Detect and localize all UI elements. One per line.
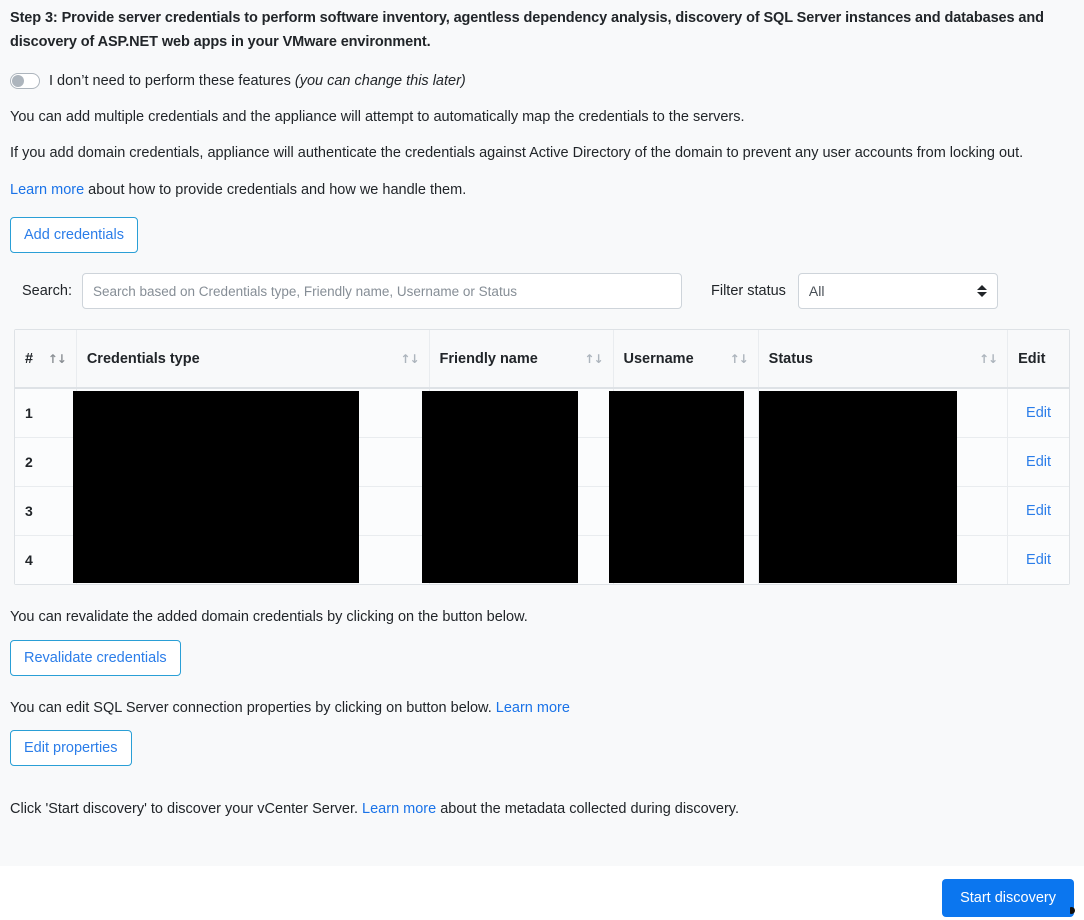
cell-edit: Edit [1007,535,1069,584]
column-header-status[interactable]: Status ↑↓ [758,330,1009,389]
sort-icon[interactable]: ↑↓ [400,352,419,366]
redaction-block-credentials-type [73,391,359,583]
table-header-row: # ↑↓ Credentials type ↑↓ Friendly name ↑… [15,330,1069,389]
skip-features-toggle-label: I don’t need to perform these features (… [49,71,466,91]
appliance-configuration-page: Step 3: Provide server credentials to pe… [0,0,1084,920]
credentials-help-tail: about how to provide credentials and how… [84,182,467,198]
cell-edit: Edit [1007,486,1069,536]
start-discovery-help-lead: Click 'Start discovery' to discover your… [10,801,363,817]
revalidate-help-text: You can revalidate the added domain cred… [10,609,528,625]
skip-features-toggle-row: I don’t need to perform these features (… [10,70,1074,92]
edit-properties-button[interactable]: Edit properties [10,730,132,766]
column-header-edit-label: Edit [1018,350,1046,367]
cell-index: 4 [15,535,77,584]
cell-edit: Edit [1007,437,1069,487]
column-header-username[interactable]: Username ↑↓ [613,330,759,389]
edit-properties-help-text: You can edit SQL Server connection prope… [10,697,1074,719]
start-discovery-button[interactable]: Start discovery [942,879,1074,917]
filter-status-select-wrap: All [797,273,998,309]
toggle-knob [12,75,24,87]
filter-status-select[interactable]: All [797,273,998,309]
cell-index: 2 [15,437,77,487]
column-header-credentials-type[interactable]: Credentials type ↑↓ [76,330,430,389]
domain-credentials-text: If you add domain credentials, appliance… [10,145,1024,161]
cell-edit: Edit [1007,388,1069,438]
revalidate-credentials-button[interactable]: Revalidate credentials [10,640,181,676]
redaction-block-status [759,391,957,583]
edit-link[interactable]: Edit [1026,503,1051,519]
edit-link[interactable]: Edit [1026,552,1051,568]
column-header-edit: Edit [1007,330,1069,389]
sort-icon[interactable]: ↑↓ [584,352,603,366]
edit-link[interactable]: Edit [1026,405,1051,421]
toggle-label-text: I don’t need to perform these features [49,73,291,89]
sort-icon[interactable]: ↑↓ [730,352,749,366]
edit-properties-help-lead: You can edit SQL Server connection prope… [10,700,496,716]
redaction-block-friendly-name [422,391,578,583]
edit-properties-button-row: Edit properties [10,730,1074,766]
cell-index: 1 [15,388,77,438]
column-header-index-label: # [25,350,34,367]
column-header-friendly-name[interactable]: Friendly name ↑↓ [429,330,614,389]
column-header-status-label: Status [768,350,813,367]
credentials-learn-more-link[interactable]: Learn more [10,182,84,198]
search-input[interactable] [81,273,682,309]
revalidate-button-row: Revalidate credentials [10,640,1074,676]
column-header-friendly-name-label: Friendly name [439,350,538,367]
add-credentials-button[interactable]: Add credentials [10,217,138,253]
redaction-block-username [609,391,744,583]
sort-icon[interactable]: ↑↓ [979,352,998,366]
edit-properties-learn-more-link[interactable]: Learn more [496,700,570,716]
start-discovery-learn-more-link[interactable]: Learn more [362,801,436,817]
skip-features-toggle[interactable] [10,73,40,89]
column-header-username-label: Username [623,350,694,367]
column-header-index[interactable]: # ↑↓ [15,330,77,389]
start-discovery-help-tail: about the metadata collected during disc… [436,801,740,817]
cell-index: 3 [15,486,77,536]
multi-credentials-text: You can add multiple credentials and the… [10,109,745,125]
footer-bar: Start discovery [0,866,1084,920]
table-controls-row: Search: Filter status All [10,273,1074,309]
sort-icon[interactable]: ↑↓ [48,352,67,366]
page-title: Step 3: Provide server credentials to pe… [10,10,1044,50]
search-label: Search: [22,283,72,299]
add-credentials-row: Add credentials [10,217,1074,253]
edit-link[interactable]: Edit [1026,454,1051,470]
start-discovery-help-text: Click 'Start discovery' to discover your… [10,798,1074,820]
column-header-credentials-type-label: Credentials type [86,350,200,367]
filter-status-label: Filter status [710,283,786,299]
toggle-label-note: (you can change this later) [294,73,466,89]
credentials-help-text: Learn more about how to provide credenti… [10,179,1074,201]
